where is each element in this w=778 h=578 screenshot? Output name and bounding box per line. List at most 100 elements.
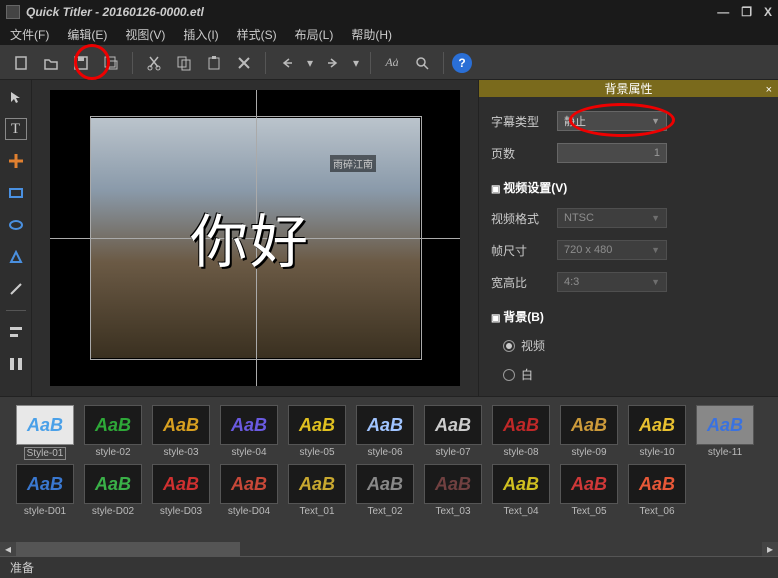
text-tool[interactable]: T bbox=[5, 118, 27, 140]
menu-file[interactable]: 文件(F) bbox=[10, 26, 49, 43]
style-grid: AaBStyle-01AaBstyle-02AaBstyle-03AaBstyl… bbox=[14, 405, 764, 517]
style-preset[interactable]: AaBText_01 bbox=[286, 464, 348, 517]
styles-scrollbar[interactable]: ◂ ▸ bbox=[0, 542, 778, 556]
chevron-down-icon: ▼ bbox=[651, 245, 660, 255]
title-text[interactable]: 你好 bbox=[190, 195, 310, 279]
radio-video-row[interactable]: 视频 bbox=[491, 337, 766, 354]
paste-button[interactable] bbox=[201, 50, 227, 76]
style-label: Text_06 bbox=[639, 506, 674, 517]
style-preset[interactable]: AaB style-02 bbox=[82, 405, 144, 460]
style-thumb: AaB bbox=[16, 405, 74, 445]
crop-tool[interactable] bbox=[5, 150, 27, 172]
minimize-button[interactable]: — bbox=[717, 5, 729, 19]
menu-help[interactable]: 帮助(H) bbox=[351, 26, 392, 43]
rect-tool[interactable] bbox=[5, 182, 27, 204]
open-button[interactable] bbox=[38, 50, 64, 76]
style-thumb: AaB bbox=[84, 405, 142, 445]
undo-button[interactable] bbox=[274, 50, 300, 76]
video-format-dropdown[interactable]: NTSC▼ bbox=[557, 208, 667, 228]
style-preset[interactable]: AaBstyle-08 bbox=[490, 405, 552, 460]
style-thumb: AaB bbox=[84, 464, 142, 504]
save-as-button[interactable] bbox=[98, 50, 124, 76]
line-tool[interactable] bbox=[5, 278, 27, 300]
redo-dropdown[interactable]: ▾ bbox=[350, 50, 362, 76]
scroll-right-icon[interactable]: ▸ bbox=[762, 542, 778, 556]
separator bbox=[6, 310, 26, 311]
toolbar: ▾ ▾ Aȧ ? bbox=[0, 46, 778, 80]
subtitle-type-dropdown[interactable]: 静止 ▼ bbox=[557, 111, 667, 131]
preview-canvas[interactable]: 雨碎江南 你好 bbox=[50, 90, 460, 386]
scroll-track[interactable] bbox=[16, 542, 762, 556]
radio-white-row[interactable]: 白 bbox=[491, 366, 766, 383]
style-thumb: AaB bbox=[220, 405, 278, 445]
style-thumb: AaB bbox=[492, 464, 550, 504]
style-thumb: AaB bbox=[16, 464, 74, 504]
radio-video[interactable] bbox=[503, 340, 515, 352]
style-thumb: AaB bbox=[220, 464, 278, 504]
scroll-left-icon[interactable]: ◂ bbox=[0, 542, 16, 556]
menu-edit[interactable]: 编辑(E) bbox=[67, 26, 107, 43]
delete-button[interactable] bbox=[231, 50, 257, 76]
align-tool[interactable] bbox=[5, 321, 27, 343]
style-preset[interactable]: AaB style-10 bbox=[626, 405, 688, 460]
pages-value[interactable]: 1 bbox=[557, 143, 667, 163]
window-title: Quick Titler - 20160126-0000.etl bbox=[26, 5, 204, 19]
style-preset[interactable]: AaBstyle-11 bbox=[694, 405, 756, 460]
style-thumb: AaB bbox=[628, 405, 686, 445]
style-preset[interactable]: AaBStyle-01 bbox=[14, 405, 76, 460]
triangle-tool[interactable] bbox=[5, 246, 27, 268]
style-preset[interactable]: AaBstyle-09 bbox=[558, 405, 620, 460]
style-preset[interactable]: AaB style-04 bbox=[218, 405, 280, 460]
style-preset[interactable]: AaBstyle-D02 bbox=[82, 464, 144, 517]
help-button[interactable]: ? bbox=[452, 53, 472, 73]
menu-style[interactable]: 样式(S) bbox=[237, 26, 277, 43]
style-label: style-10 bbox=[639, 447, 674, 458]
style-label: style-D03 bbox=[160, 506, 202, 517]
pointer-tool[interactable] bbox=[5, 86, 27, 108]
style-preset[interactable]: AaBstyle-03 bbox=[150, 405, 212, 460]
menu-layout[interactable]: 布局(L) bbox=[295, 26, 334, 43]
style-label: style-02 bbox=[95, 447, 130, 458]
aspect-label: 宽高比 bbox=[491, 274, 547, 291]
style-preset[interactable]: AaBstyle-05 bbox=[286, 405, 348, 460]
style-preset[interactable]: AaBstyle-D01 bbox=[14, 464, 76, 517]
style-label: style-04 bbox=[231, 447, 266, 458]
style-preset[interactable]: AaBstyle-06 bbox=[354, 405, 416, 460]
style-preset[interactable]: AaBText_02 bbox=[354, 464, 416, 517]
style-label: Text_02 bbox=[367, 506, 402, 517]
statusbar: 准备 bbox=[0, 556, 778, 578]
restore-button[interactable]: ❐ bbox=[741, 5, 752, 19]
style-thumb: AaB bbox=[288, 405, 346, 445]
aspect-dropdown[interactable]: 4:3▼ bbox=[557, 272, 667, 292]
scroll-thumb[interactable] bbox=[16, 542, 240, 556]
style-preset[interactable]: AaB Text_06 bbox=[626, 464, 688, 517]
style-preset[interactable]: AaBstyle-D04 bbox=[218, 464, 280, 517]
style-preset[interactable]: AaBText_05 bbox=[558, 464, 620, 517]
subtitle-type-label: 字幕类型 bbox=[491, 113, 547, 130]
ellipse-tool[interactable] bbox=[5, 214, 27, 236]
style-preset[interactable]: AaBstyle-D03 bbox=[150, 464, 212, 517]
undo-dropdown[interactable]: ▾ bbox=[304, 50, 316, 76]
style-preset[interactable]: AaBText_04 bbox=[490, 464, 552, 517]
video-settings-header: 视频设置(V) bbox=[491, 179, 766, 196]
distribute-tool[interactable] bbox=[5, 353, 27, 375]
new-button[interactable] bbox=[8, 50, 34, 76]
props-close-icon[interactable]: × bbox=[766, 84, 772, 96]
copy-button[interactable] bbox=[171, 50, 197, 76]
menu-insert[interactable]: 插入(I) bbox=[183, 26, 218, 43]
frame-size-label: 帧尺寸 bbox=[491, 242, 547, 259]
cut-button[interactable] bbox=[141, 50, 167, 76]
style-preset[interactable]: AaBText_03 bbox=[422, 464, 484, 517]
text-style-button[interactable]: Aȧ bbox=[379, 50, 405, 76]
radio-white[interactable] bbox=[503, 369, 515, 381]
find-button[interactable] bbox=[409, 50, 435, 76]
redo-button[interactable] bbox=[320, 50, 346, 76]
frame-size-dropdown[interactable]: 720 x 480▼ bbox=[557, 240, 667, 260]
menu-view[interactable]: 视图(V) bbox=[125, 26, 165, 43]
main-area: T 雨碎江南 你好 背景属性 × 字幕类型 静止 bbox=[0, 80, 778, 396]
style-thumb: AaB bbox=[628, 464, 686, 504]
close-button[interactable]: X bbox=[764, 5, 772, 19]
style-preset[interactable]: AaBstyle-07 bbox=[422, 405, 484, 460]
style-label: style-06 bbox=[367, 447, 402, 458]
save-button[interactable] bbox=[68, 50, 94, 76]
